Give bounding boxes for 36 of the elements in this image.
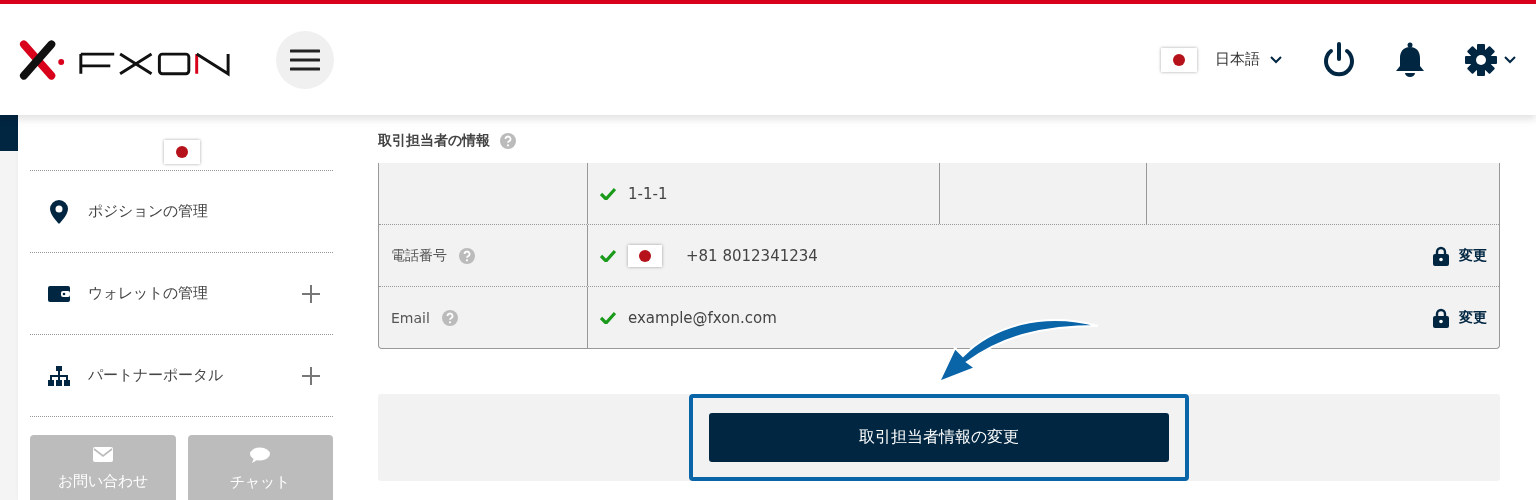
- plus-icon[interactable]: [301, 365, 321, 386]
- envelope-icon: [92, 447, 113, 462]
- sidebar-item-label: ウォレットの管理: [88, 284, 209, 303]
- lock-icon: [1433, 245, 1449, 266]
- field-label: 電話番号: [391, 246, 447, 265]
- map-pin-icon: [48, 198, 70, 225]
- settings-icon: [1464, 42, 1498, 77]
- sidebar-item[interactable]: ポジションの管理: [30, 171, 333, 253]
- sidebar-item[interactable]: パートナーポータル: [30, 335, 333, 417]
- japan-flag-icon: [163, 140, 200, 164]
- change-link[interactable]: 変更: [1433, 245, 1487, 266]
- language-dropdown[interactable]: 日本語: [1215, 50, 1282, 69]
- chevron-icon: [1504, 55, 1516, 64]
- settings-button[interactable]: [1464, 42, 1516, 77]
- bell-icon[interactable]: [1394, 41, 1426, 78]
- sidebar-item[interactable]: ウォレットの管理: [30, 253, 333, 335]
- menu-icon: [290, 47, 320, 72]
- field-value: example@fxon.com: [628, 308, 778, 327]
- hierarchy-icon: [48, 365, 70, 386]
- speech-bubble-icon: [250, 447, 271, 463]
- chevron-icon: [1270, 55, 1282, 64]
- lock-icon: [1433, 307, 1449, 328]
- field-label: Email: [391, 309, 430, 326]
- field-value: +81 8012341234: [686, 246, 819, 265]
- japan-flag-icon: [628, 244, 662, 267]
- sidebar-accent: [0, 115, 18, 151]
- sidebar-item-label: ポジションの管理: [88, 202, 209, 221]
- wallet-icon: [48, 284, 70, 303]
- plus-icon[interactable]: [301, 283, 321, 304]
- change-link[interactable]: 変更: [1433, 307, 1487, 328]
- sidebar-item-label: パートナーポータル: [88, 366, 224, 385]
- japan-flag-icon: [1161, 47, 1197, 72]
- section-title: 取引担当者の情報: [378, 132, 490, 150]
- power-icon[interactable]: [1322, 41, 1356, 78]
- field-value: 1-1-1: [628, 184, 669, 203]
- change-info-button[interactable]: 取引担当者情報の変更: [709, 413, 1169, 462]
